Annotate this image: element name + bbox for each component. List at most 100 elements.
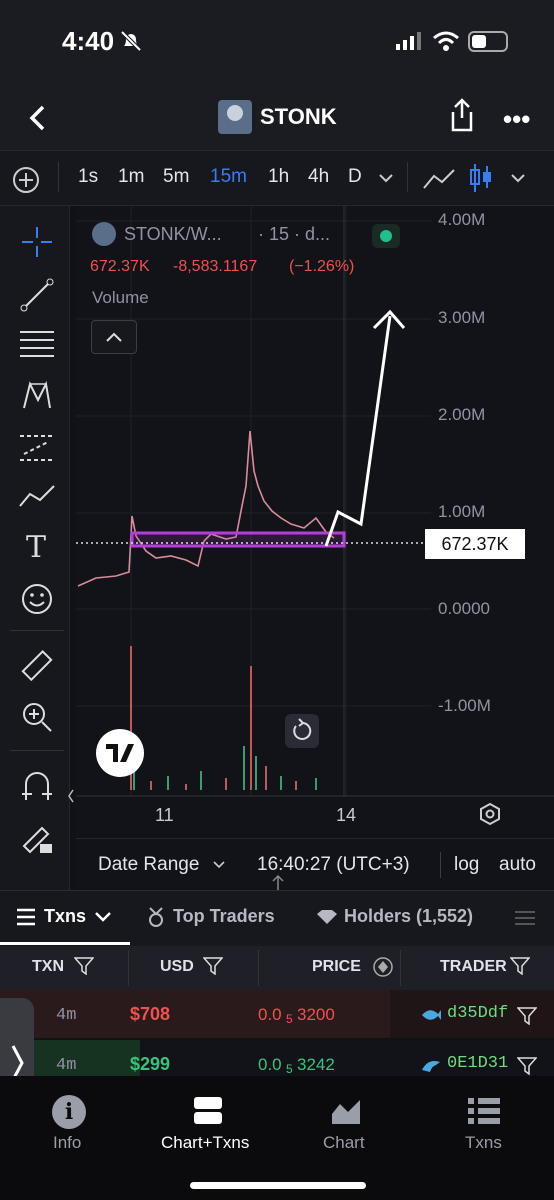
- y-tick: 2.00M: [438, 405, 486, 424]
- nav-chart-txns[interactable]: Chart+Txns: [161, 1133, 249, 1153]
- back-chevron-icon[interactable]: [26, 104, 48, 132]
- legend-price: 672.37K: [90, 258, 150, 275]
- battery-icon: [468, 31, 508, 52]
- market-status-badge: [372, 224, 400, 248]
- wifi-icon: [433, 31, 459, 51]
- auto-toggle[interactable]: auto: [499, 854, 536, 876]
- more-icon[interactable]: •••: [503, 104, 530, 135]
- magnet-icon[interactable]: [20, 770, 54, 804]
- nav-txns[interactable]: Txns: [465, 1133, 502, 1153]
- nav-info[interactable]: Info: [53, 1133, 81, 1153]
- filter-icon[interactable]: [74, 957, 94, 975]
- legend-change: -8,583.1167: [173, 258, 258, 275]
- y-tick: 4.00M: [438, 210, 486, 229]
- legend-change-pct: (−1.26%): [289, 258, 355, 275]
- row-price-zeros: 5: [286, 1012, 293, 1026]
- row-trader[interactable]: d35Ddf: [447, 1004, 508, 1023]
- home-indicator: [190, 1182, 366, 1189]
- chart-icon[interactable]: [330, 1096, 362, 1126]
- chart-txns-icon[interactable]: [193, 1096, 223, 1126]
- list-icon[interactable]: [514, 910, 536, 926]
- emoji-icon[interactable]: [20, 582, 54, 616]
- crosshair-icon[interactable]: [20, 225, 54, 259]
- timeframe-1h[interactable]: 1h: [268, 166, 289, 188]
- reset-icon: [293, 718, 312, 740]
- log-toggle[interactable]: log: [454, 854, 479, 876]
- signal-icon: [396, 32, 421, 50]
- projection-icon[interactable]: [18, 430, 56, 464]
- x-tick: 14: [336, 805, 357, 825]
- menu-icon: [17, 908, 35, 926]
- filter-icon[interactable]: [517, 1057, 537, 1075]
- chart-clock: 16:40:27 (UTC+3): [257, 854, 410, 875]
- legend-volume: Volume: [92, 288, 149, 307]
- zoom-in-icon[interactable]: [20, 700, 54, 734]
- timeframe-4h[interactable]: 4h: [308, 166, 329, 188]
- fish-icon: [422, 1010, 441, 1020]
- col-trader: TRADER: [440, 958, 507, 975]
- collapse-tools-icon[interactable]: [66, 786, 76, 806]
- y-tick: 1.00M: [438, 502, 486, 521]
- bell-mute-icon: [120, 30, 142, 52]
- row-price-prefix: 0.0: [258, 1055, 282, 1074]
- filter-icon[interactable]: [203, 957, 223, 975]
- price-tag: 672.37K: [425, 529, 525, 559]
- chevron-down-icon[interactable]: [94, 910, 112, 924]
- row-price-prefix: 0.0: [258, 1005, 282, 1024]
- row-price-digits: 3242: [297, 1055, 335, 1074]
- tab-top-traders[interactable]: Top Traders: [173, 906, 275, 927]
- settings-icon[interactable]: [478, 802, 502, 826]
- info-icon[interactable]: i: [52, 1095, 86, 1129]
- y-tick: 3.00M: [438, 308, 486, 327]
- col-usd: USD: [160, 958, 194, 975]
- filter-icon[interactable]: [517, 1007, 537, 1025]
- txns-list-icon[interactable]: [467, 1096, 501, 1126]
- collapse-legend-button[interactable]: [91, 320, 137, 354]
- row-usd: $708: [130, 1004, 171, 1024]
- text-tool-icon[interactable]: T: [26, 530, 46, 565]
- share-icon[interactable]: [449, 98, 475, 132]
- row-age: 4m: [56, 1056, 77, 1075]
- tab-txns[interactable]: Txns: [44, 906, 86, 927]
- reset-chart-button[interactable]: [285, 714, 319, 748]
- row-usd: $299: [130, 1054, 171, 1074]
- timeframe-15m[interactable]: 15m: [210, 166, 247, 188]
- pattern-icon[interactable]: [20, 378, 54, 412]
- timeframe-5m[interactable]: 5m: [163, 166, 189, 188]
- col-price: PRICE: [312, 958, 361, 975]
- row-age: 4m: [56, 1006, 77, 1025]
- row-price-digits: 3200: [297, 1005, 335, 1024]
- y-tick: -1.00M: [438, 696, 491, 715]
- filter-icon[interactable]: [510, 957, 530, 975]
- candlestick-type-icon[interactable]: [468, 162, 494, 194]
- add-indicator-icon[interactable]: [12, 166, 40, 194]
- medal-icon: [149, 907, 163, 927]
- timeframe-1s[interactable]: 1s: [78, 166, 98, 188]
- ruler-icon[interactable]: [20, 650, 54, 684]
- chevron-up-icon: [106, 332, 122, 342]
- legend-symbol[interactable]: STONK/W...: [124, 224, 222, 245]
- tab-holders[interactable]: Holders (1,552): [344, 906, 473, 927]
- row-trader[interactable]: 0E1D31: [447, 1054, 508, 1073]
- line-chart-type-icon[interactable]: [422, 166, 456, 192]
- timeframe-1m[interactable]: 1m: [118, 166, 144, 188]
- diamond-icon: [317, 910, 337, 924]
- lock-drawing-icon[interactable]: [20, 820, 54, 854]
- currency-toggle-icon[interactable]: [372, 956, 394, 978]
- trend-line-icon[interactable]: [20, 278, 54, 312]
- date-range-button[interactable]: Date Range: [98, 854, 199, 876]
- col-txn: TXN: [32, 958, 64, 975]
- y-tick: 0.0000: [438, 599, 490, 618]
- nav-chart[interactable]: Chart: [323, 1133, 365, 1153]
- chevron-down-icon[interactable]: [378, 172, 394, 184]
- polyline-icon[interactable]: [18, 480, 56, 514]
- token-avatar: [218, 100, 252, 134]
- chevron-down-icon[interactable]: [510, 172, 526, 184]
- status-time: 4:40: [62, 26, 115, 56]
- timeframe-d[interactable]: D: [348, 166, 362, 188]
- fib-lines-icon[interactable]: [18, 328, 56, 362]
- row-price-zeros: 5: [286, 1062, 293, 1076]
- dolphin-icon: [422, 1061, 440, 1072]
- x-tick: 11: [155, 805, 174, 825]
- legend-interval: · 15 · d...: [258, 224, 331, 244]
